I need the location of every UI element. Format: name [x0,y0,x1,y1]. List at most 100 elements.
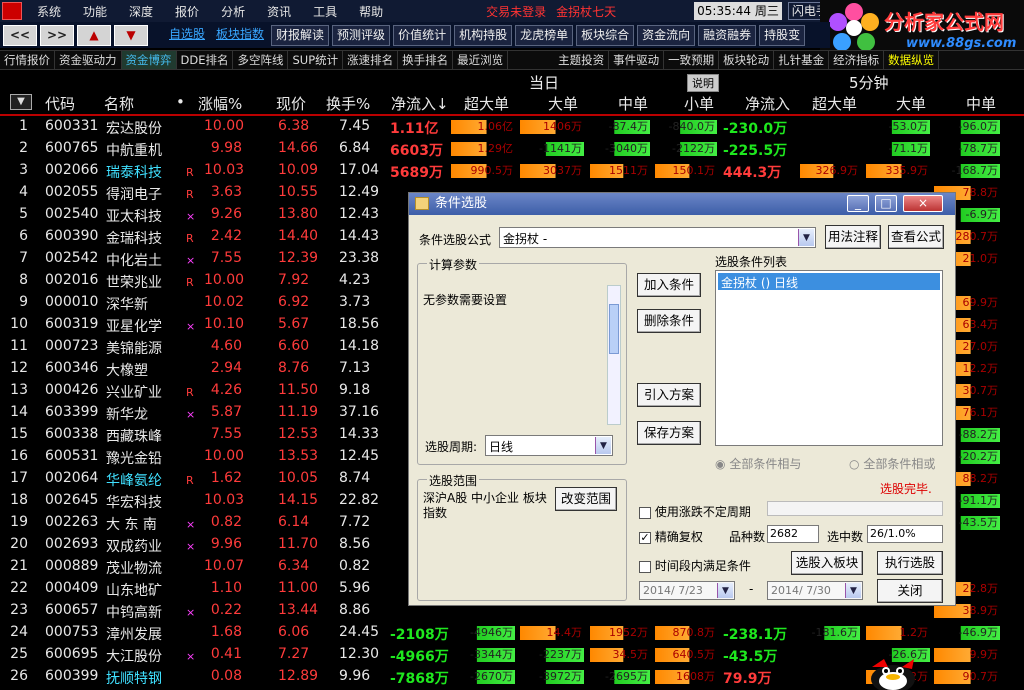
menu-function[interactable]: 功能 [72,3,118,20]
period-select[interactable]: 日线 ▼ [485,435,613,456]
scroll-up-button[interactable]: ▲ [77,24,111,46]
date-to-picker[interactable]: 2014/ 7/30 ▼ [767,581,863,600]
dragon-tiger-button[interactable]: 龙虎榜单 [515,24,574,46]
chevron-down-icon[interactable]: ▼ [717,583,733,598]
tab-turnover-rank[interactable]: 换手排名 [398,51,454,69]
table-row[interactable]: 2 600765 中航重机 9.98 14.66 6.84 6603万 1.29亿 -1141万… [0,138,1024,160]
maximize-icon[interactable]: □ [875,195,897,212]
watchlist-link[interactable]: 自选股 [165,25,209,46]
tab-sup-stats[interactable]: SUP统计 [288,51,344,69]
col-flag[interactable]: • [176,93,185,111]
margin-trading-button[interactable]: 融资融券 [698,24,757,46]
tab-quote[interactable]: 行情报价 [0,51,55,69]
col-name[interactable]: 名称 [104,93,134,114]
date-from-picker[interactable]: 2014/ 7/23 ▼ [639,581,735,600]
col-5m-m-order[interactable]: 中单 [966,93,996,114]
financial-report-button[interactable]: 财报解读 [271,24,330,46]
sector-overview-button[interactable]: 板块综合 [576,24,635,46]
login-status[interactable]: 交易未登录 [486,3,546,20]
menu-help[interactable]: 帮助 [348,3,394,20]
page-prev-button[interactable]: << [3,24,37,46]
col-m-order[interactable]: 中单 [618,93,648,114]
col-5m-l-order[interactable]: 大单 [896,93,926,114]
col-5m-xl-order[interactable]: 超大单 [812,93,857,114]
value-stats-button[interactable]: 价值统计 [393,24,452,46]
close-button[interactable]: 关闭 [877,579,943,603]
tab-long-short[interactable]: 多空阵线 [233,51,289,69]
close-icon[interactable]: × [903,195,943,212]
chevron-down-icon[interactable]: ▼ [798,229,814,246]
menu-tools[interactable]: 工具 [302,3,348,20]
col-s-order[interactable]: 小单 [684,93,714,114]
tab-data-overview[interactable]: 数据纵览 [884,51,940,69]
limit-period-checkbox[interactable]: 使用涨跌不定周期 [639,503,751,520]
menu-depth[interactable]: 深度 [118,3,164,20]
tab-theme[interactable]: 主题投资 [554,51,610,69]
period-cond-checkbox[interactable]: 时间段内满足条件 [639,557,751,574]
table-row[interactable]: 3 002066 瑞泰科技 R 10.03 10.09 17.04 5689万 990.5万 30… [0,160,1024,182]
formula-select[interactable]: 金拐杖 - ▼ [499,227,816,248]
forecast-rating-button[interactable]: 预测评级 [332,24,391,46]
table-row[interactable]: 1 600331 宏达股份 10.00 6.38 7.45 1.11亿 1.06亿 1406万 -… [0,116,1024,138]
tab-dde-rank[interactable]: DDE排名 [177,51,234,69]
add-condition-button[interactable]: 加入条件 [637,273,701,297]
tab-fund-pins[interactable]: 扎针基金 [774,51,830,69]
col-price[interactable]: 现价 [276,93,306,114]
col-turnover[interactable]: 换手% [326,93,370,114]
change-range-button[interactable]: 改变范围 [555,487,617,511]
delete-condition-button[interactable]: 删除条件 [637,309,701,333]
dialog-app-icon [415,197,429,210]
cell-price: 12.89 [278,668,319,684]
tab-sector-rotation[interactable]: 板块轮动 [719,51,775,69]
save-plan-button[interactable]: 保存方案 [637,421,701,445]
chevron-down-icon[interactable]: ▼ [845,583,861,598]
tab-recent[interactable]: 最近浏览 [453,51,509,69]
tab-economy[interactable]: 经济指标 [829,51,885,69]
col-change[interactable]: 涨幅% [198,93,242,114]
tab-fund-drive[interactable]: 资金驱动力 [55,51,122,69]
condition-list-item[interactable]: 金拐杖 () 日线 [718,273,940,290]
col-xl-order[interactable]: 超大单 [464,93,509,114]
menu-analysis[interactable]: 分析 [210,3,256,20]
explain-button[interactable]: 说明 [687,74,719,92]
precise-adjust-checkbox[interactable]: ✓ 精确复权 [639,528,703,545]
tab-fund-game[interactable]: 资金博弈 [121,51,177,69]
radio-or[interactable]: ○ 全部条件相或 [849,455,935,472]
cell-code: 000010 [45,294,99,310]
cell-l: 1406万 [520,120,584,134]
condition-list[interactable]: 金拐杖 () 日线 [715,270,943,446]
sort-dropdown-icon[interactable]: ▼ [10,94,32,110]
institution-holding-button[interactable]: 机构持股 [454,24,513,46]
page-next-button[interactable]: >> [40,24,74,46]
menu-info[interactable]: 资讯 [256,3,302,20]
tab-consensus[interactable]: 一致预期 [664,51,720,69]
col-5m-net-inflow[interactable]: 净流入 [745,93,790,114]
col-net-inflow[interactable]: 净流入↓ [391,93,449,114]
col-code[interactable]: 代码 [45,93,75,114]
mascot-icon [871,659,915,690]
scroll-down-button[interactable]: ▼ [114,24,148,46]
to-block-button[interactable]: 选股入板块 [791,551,863,575]
menu-system[interactable]: 系统 [26,3,72,20]
table-row[interactable]: 24 000753 漳州发展 1.68 6.06 24.45 -2108万 -4946万 14.… [0,622,1024,644]
cell-m5: -78.7万 [934,142,1000,156]
minimize-icon[interactable]: _ [847,195,869,212]
precise-adjust-checkbox-label: 精确复权 [654,530,703,544]
radio-and[interactable]: ◉ 全部条件相与 [715,455,801,472]
chevron-down-icon[interactable]: ▼ [595,437,611,454]
sector-index-link[interactable]: 板块指数 [212,25,268,46]
tab-event[interactable]: 事件驱动 [609,51,665,69]
execute-select-button[interactable]: 执行选股 [877,551,943,575]
col-l-order[interactable]: 大单 [548,93,578,114]
params-scrollbar[interactable] [607,285,621,425]
cell-code: 002016 [45,272,99,288]
menu-quote[interactable]: 报价 [164,3,210,20]
fund-flow-button[interactable]: 资金流向 [637,24,696,46]
import-plan-button[interactable]: 引入方案 [637,383,701,407]
holding-change-button[interactable]: 持股变 [759,24,806,46]
tab-speed-rank[interactable]: 涨速排名 [343,51,399,69]
cell-s: 150.1万 [655,164,717,178]
view-formula-button[interactable]: 查看公式 [888,225,944,249]
cell-name: 大橡塑 [106,363,148,379]
usage-notes-button[interactable]: 用法注释 [825,225,881,249]
